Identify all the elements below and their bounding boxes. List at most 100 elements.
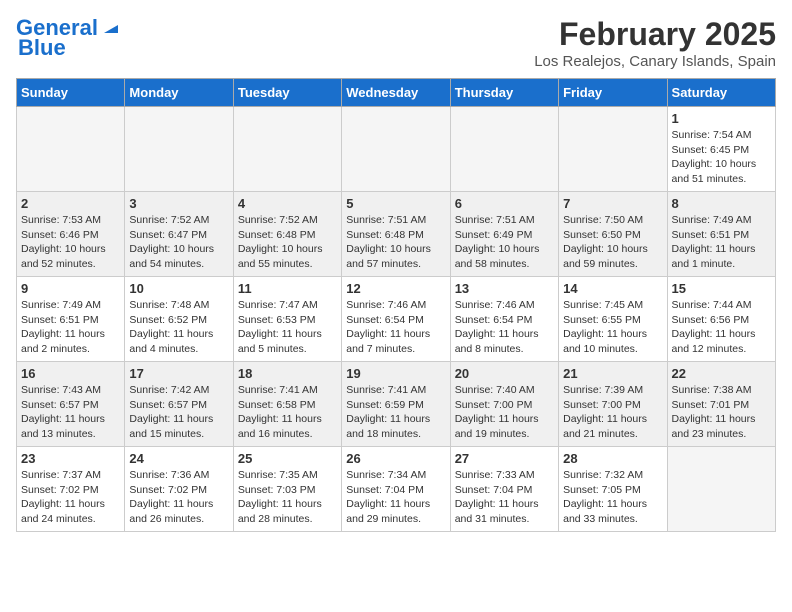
calendar-title: February 2025 (534, 16, 776, 53)
day-number: 3 (129, 196, 228, 211)
calendar-cell: 16 Sunrise: 7:43 AM Sunset: 6:57 PM Dayli… (17, 362, 125, 447)
calendar-cell: 7Sunrise: 7:50 AM Sunset: 6:50 PM Daylig… (559, 192, 667, 277)
day-info: Sunrise: 7:36 AM Sunset: 7:02 PM Dayligh… (129, 468, 228, 527)
calendar-cell: 12 Sunrise: 7:46 AM Sunset: 6:54 PM Dayli… (342, 277, 450, 362)
weekday-header-monday: Monday (125, 79, 233, 107)
day-info: Sunrise: 7:49 AM Sunset: 6:51 PM Dayligh… (672, 213, 771, 272)
day-info: Sunrise: 7:53 AM Sunset: 6:46 PM Dayligh… (21, 213, 120, 272)
day-info: Sunrise: 7:32 AM Sunset: 7:05 PM Dayligh… (563, 468, 662, 527)
calendar-cell: 21 Sunrise: 7:39 AM Sunset: 7:00 PM Dayli… (559, 362, 667, 447)
day-info: Sunrise: 7:39 AM Sunset: 7:00 PM Dayligh… (563, 383, 662, 442)
calendar-cell: 8 Sunrise: 7:49 AM Sunset: 6:51 PM Daylig… (667, 192, 775, 277)
day-info: Sunrise: 7:51 AM Sunset: 6:48 PM Dayligh… (346, 213, 445, 272)
calendar-cell (667, 447, 775, 532)
day-number: 21 (563, 366, 662, 381)
calendar-week-row: 16 Sunrise: 7:43 AM Sunset: 6:57 PM Dayli… (17, 362, 776, 447)
calendar-cell: 13 Sunrise: 7:46 AM Sunset: 6:54 PM Dayli… (450, 277, 558, 362)
day-number: 13 (455, 281, 554, 296)
day-number: 23 (21, 451, 120, 466)
calendar-cell: 18 Sunrise: 7:41 AM Sunset: 6:58 PM Dayli… (233, 362, 341, 447)
day-info: Sunrise: 7:43 AM Sunset: 6:57 PM Dayligh… (21, 383, 120, 442)
calendar-cell: 28Sunrise: 7:32 AM Sunset: 7:05 PM Dayli… (559, 447, 667, 532)
day-info: Sunrise: 7:37 AM Sunset: 7:02 PM Dayligh… (21, 468, 120, 527)
day-info: Sunrise: 7:41 AM Sunset: 6:58 PM Dayligh… (238, 383, 337, 442)
weekday-header-thursday: Thursday (450, 79, 558, 107)
day-info: Sunrise: 7:51 AM Sunset: 6:49 PM Dayligh… (455, 213, 554, 272)
calendar-cell: 2 Sunrise: 7:53 AM Sunset: 6:46 PM Daylig… (17, 192, 125, 277)
calendar-cell: 10 Sunrise: 7:48 AM Sunset: 6:52 PM Dayli… (125, 277, 233, 362)
weekday-header-tuesday: Tuesday (233, 79, 341, 107)
page-header: General Blue February 2025 Los Realejos,… (16, 16, 776, 70)
day-info: Sunrise: 7:41 AM Sunset: 6:59 PM Dayligh… (346, 383, 445, 442)
calendar-cell (450, 107, 558, 192)
calendar-cell: 15 Sunrise: 7:44 AM Sunset: 6:56 PM Dayli… (667, 277, 775, 362)
day-number: 6 (455, 196, 554, 211)
calendar-cell: 25Sunrise: 7:35 AM Sunset: 7:03 PM Dayli… (233, 447, 341, 532)
calendar-cell (233, 107, 341, 192)
day-number: 5 (346, 196, 445, 211)
calendar-week-row: 23 Sunrise: 7:37 AM Sunset: 7:02 PM Dayli… (17, 447, 776, 532)
calendar-cell: 1 Sunrise: 7:54 AM Sunset: 6:45 PM Daylig… (667, 107, 775, 192)
logo-line2: Blue (16, 36, 66, 60)
calendar-week-row: 1 Sunrise: 7:54 AM Sunset: 6:45 PM Daylig… (17, 107, 776, 192)
day-number: 2 (21, 196, 120, 211)
weekday-header-row: SundayMondayTuesdayWednesdayThursdayFrid… (17, 79, 776, 107)
title-section: February 2025 Los Realejos, Canary Islan… (534, 16, 776, 70)
day-info: Sunrise: 7:33 AM Sunset: 7:04 PM Dayligh… (455, 468, 554, 527)
calendar-cell (17, 107, 125, 192)
calendar-cell: 11 Sunrise: 7:47 AM Sunset: 6:53 PM Dayli… (233, 277, 341, 362)
day-info: Sunrise: 7:34 AM Sunset: 7:04 PM Dayligh… (346, 468, 445, 527)
calendar-cell: 6 Sunrise: 7:51 AM Sunset: 6:49 PM Daylig… (450, 192, 558, 277)
day-info: Sunrise: 7:49 AM Sunset: 6:51 PM Dayligh… (21, 298, 120, 357)
day-number: 19 (346, 366, 445, 381)
day-number: 17 (129, 366, 228, 381)
day-number: 11 (238, 281, 337, 296)
day-number: 20 (455, 366, 554, 381)
day-number: 10 (129, 281, 228, 296)
day-number: 8 (672, 196, 771, 211)
day-number: 22 (672, 366, 771, 381)
calendar-cell (342, 107, 450, 192)
calendar-week-row: 2 Sunrise: 7:53 AM Sunset: 6:46 PM Daylig… (17, 192, 776, 277)
calendar-cell: 19 Sunrise: 7:41 AM Sunset: 6:59 PM Dayli… (342, 362, 450, 447)
calendar-cell: 24Sunrise: 7:36 AM Sunset: 7:02 PM Dayli… (125, 447, 233, 532)
calendar-cell: 14Sunrise: 7:45 AM Sunset: 6:55 PM Dayli… (559, 277, 667, 362)
day-info: Sunrise: 7:46 AM Sunset: 6:54 PM Dayligh… (455, 298, 554, 357)
calendar-cell (559, 107, 667, 192)
day-info: Sunrise: 7:46 AM Sunset: 6:54 PM Dayligh… (346, 298, 445, 357)
weekday-header-saturday: Saturday (667, 79, 775, 107)
calendar-cell: 22 Sunrise: 7:38 AM Sunset: 7:01 PM Dayli… (667, 362, 775, 447)
day-info: Sunrise: 7:47 AM Sunset: 6:53 PM Dayligh… (238, 298, 337, 357)
calendar-cell: 27Sunrise: 7:33 AM Sunset: 7:04 PM Dayli… (450, 447, 558, 532)
day-number: 18 (238, 366, 337, 381)
day-info: Sunrise: 7:52 AM Sunset: 6:47 PM Dayligh… (129, 213, 228, 272)
day-number: 12 (346, 281, 445, 296)
day-info: Sunrise: 7:54 AM Sunset: 6:45 PM Dayligh… (672, 128, 771, 187)
day-number: 7 (563, 196, 662, 211)
calendar-cell: 4 Sunrise: 7:52 AM Sunset: 6:48 PM Daylig… (233, 192, 341, 277)
day-info: Sunrise: 7:52 AM Sunset: 6:48 PM Dayligh… (238, 213, 337, 272)
day-number: 26 (346, 451, 445, 466)
calendar-cell: 26 Sunrise: 7:34 AM Sunset: 7:04 PM Dayli… (342, 447, 450, 532)
calendar-cell: 5 Sunrise: 7:51 AM Sunset: 6:48 PM Daylig… (342, 192, 450, 277)
weekday-header-friday: Friday (559, 79, 667, 107)
day-info: Sunrise: 7:38 AM Sunset: 7:01 PM Dayligh… (672, 383, 771, 442)
day-info: Sunrise: 7:40 AM Sunset: 7:00 PM Dayligh… (455, 383, 554, 442)
day-number: 16 (21, 366, 120, 381)
weekday-header-wednesday: Wednesday (342, 79, 450, 107)
day-info: Sunrise: 7:35 AM Sunset: 7:03 PM Dayligh… (238, 468, 337, 527)
calendar-table: SundayMondayTuesdayWednesdayThursdayFrid… (16, 78, 776, 532)
day-number: 15 (672, 281, 771, 296)
calendar-cell: 17Sunrise: 7:42 AM Sunset: 6:57 PM Dayli… (125, 362, 233, 447)
calendar-subtitle: Los Realejos, Canary Islands, Spain (534, 53, 776, 70)
logo: General Blue (16, 16, 122, 60)
day-number: 9 (21, 281, 120, 296)
day-info: Sunrise: 7:44 AM Sunset: 6:56 PM Dayligh… (672, 298, 771, 357)
weekday-header-sunday: Sunday (17, 79, 125, 107)
day-number: 1 (672, 111, 771, 126)
day-number: 4 (238, 196, 337, 211)
calendar-cell: 23 Sunrise: 7:37 AM Sunset: 7:02 PM Dayli… (17, 447, 125, 532)
day-info: Sunrise: 7:48 AM Sunset: 6:52 PM Dayligh… (129, 298, 228, 357)
calendar-week-row: 9 Sunrise: 7:49 AM Sunset: 6:51 PM Daylig… (17, 277, 776, 362)
day-number: 14 (563, 281, 662, 296)
